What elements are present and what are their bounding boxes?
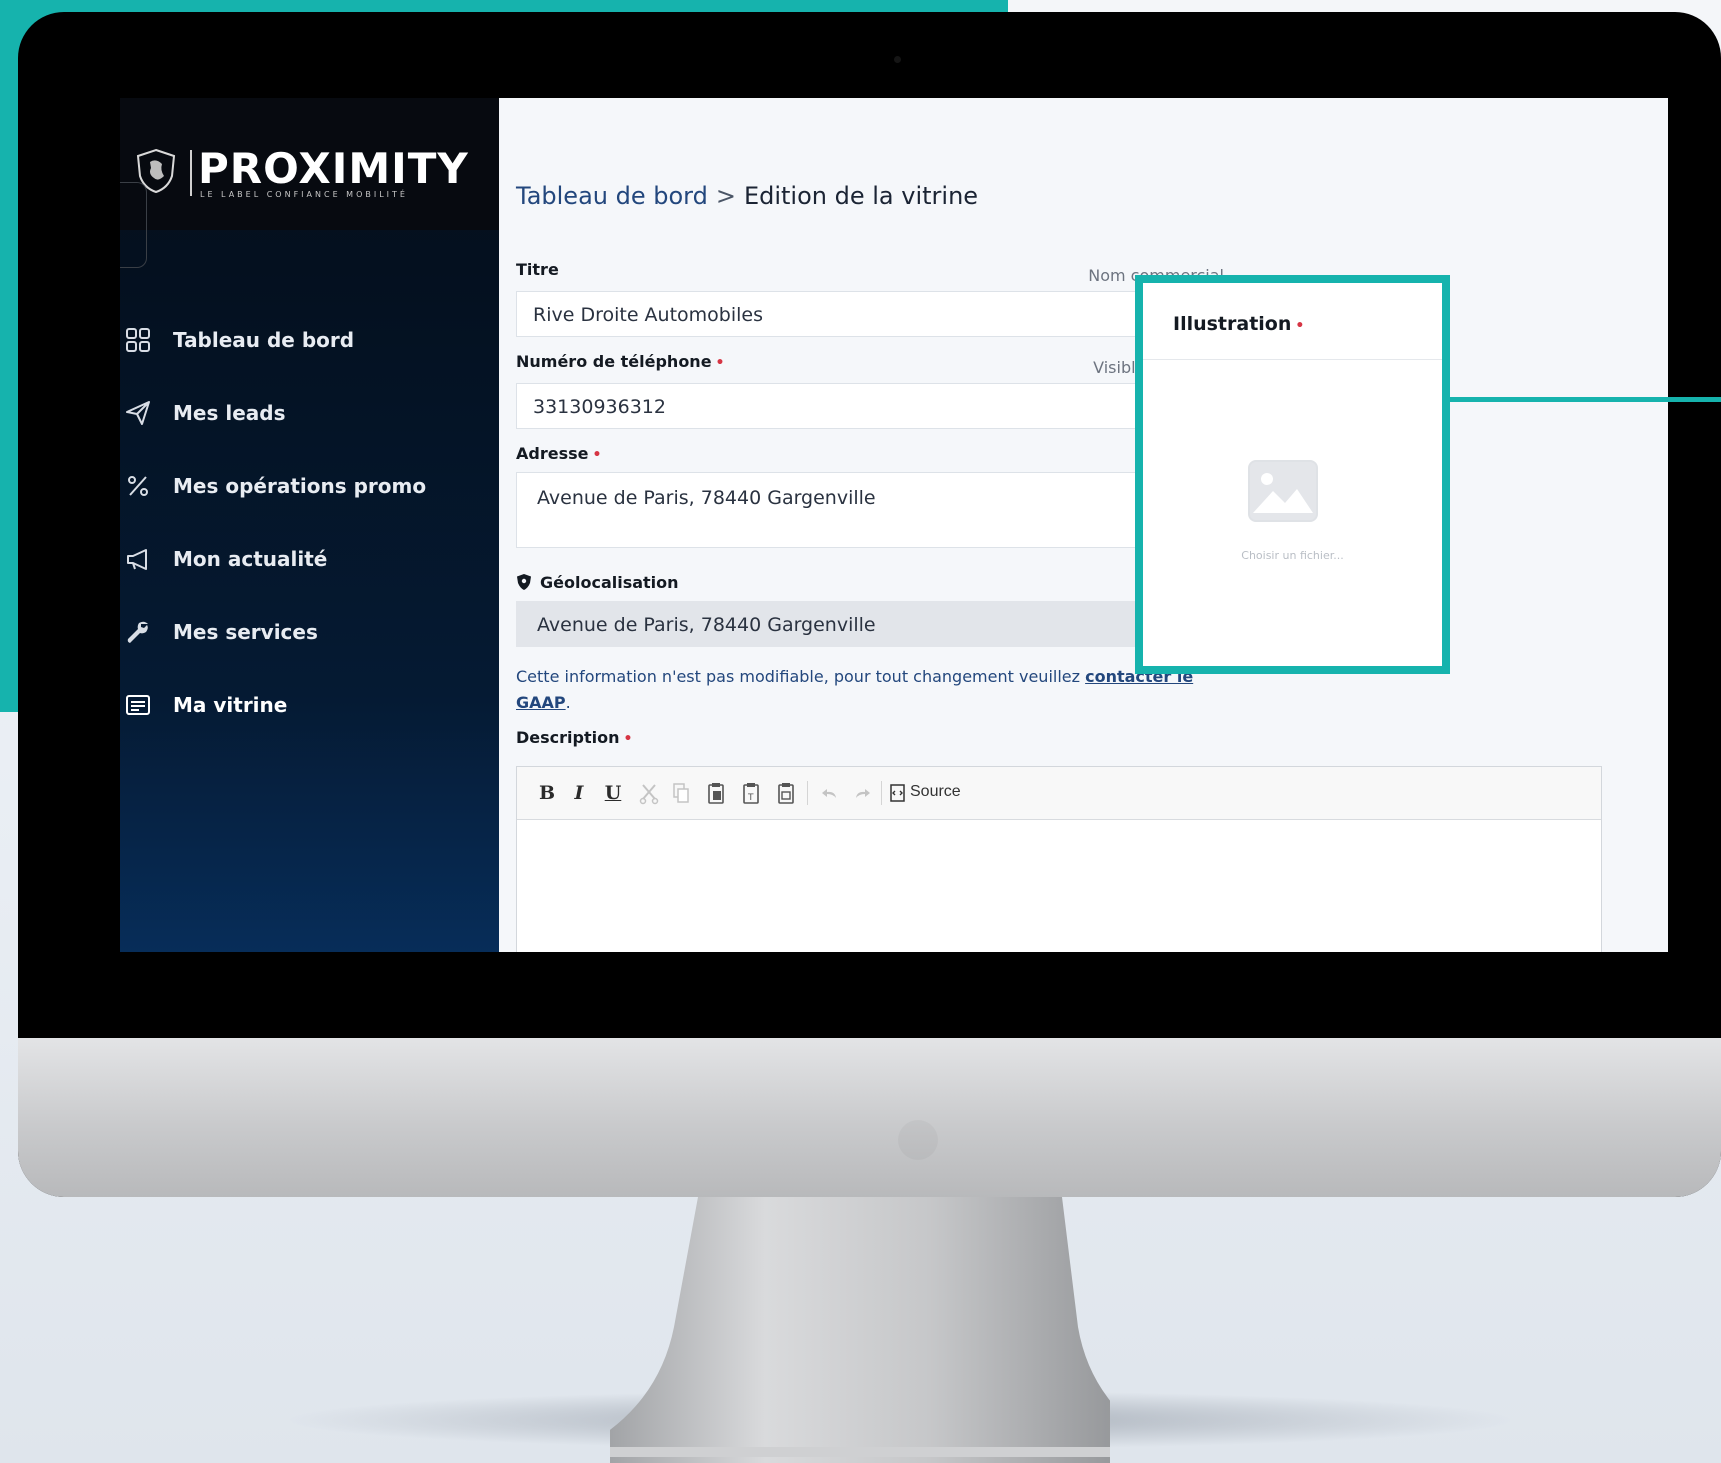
address-label: Adresse • bbox=[516, 444, 601, 463]
required-mark: • bbox=[623, 731, 633, 747]
sidebar-item-ma-vitrine[interactable]: Ma vitrine bbox=[120, 685, 499, 725]
sidebar: PROXIMITY LE LABEL CONFIANCE MOBILITÉ Ta… bbox=[120, 98, 499, 952]
phone-label-text: Numéro de téléphone bbox=[516, 352, 712, 371]
sidebar-item-mes-leads[interactable]: Mes leads bbox=[120, 393, 499, 433]
source-icon[interactable] bbox=[889, 781, 907, 805]
italic-button[interactable]: I bbox=[569, 781, 589, 805]
geo-info-text: Cette information n'est pas modifiable, … bbox=[516, 664, 1196, 716]
sidebar-item-label: Mes opérations promo bbox=[173, 474, 427, 498]
sidebar-item-mes-operations-promo[interactable]: Mes opérations promo bbox=[120, 466, 499, 506]
address-label-text: Adresse bbox=[516, 444, 589, 463]
geo-info-end: . bbox=[565, 693, 571, 712]
monitor-chin bbox=[18, 1038, 1721, 1197]
title-input[interactable]: Rive Droite Automobiles bbox=[516, 291, 1170, 337]
description-label: Description • bbox=[516, 728, 632, 747]
monitor-frame: PROXIMITY LE LABEL CONFIANCE MOBILITÉ Ta… bbox=[18, 12, 1721, 1197]
illustration-divider bbox=[1143, 359, 1442, 360]
sidebar-item-label: Mon actualité bbox=[173, 547, 328, 571]
address-value: Avenue de Paris, 78440 Gargenville bbox=[537, 487, 876, 509]
illustration-label: Illustration • bbox=[1173, 313, 1304, 335]
wrench-icon bbox=[127, 621, 148, 643]
sidebar-item-label: Mes leads bbox=[173, 401, 286, 425]
breadcrumb-separator: > bbox=[715, 182, 736, 210]
grid-icon bbox=[126, 328, 150, 352]
choose-file-button[interactable]: Choisir un fichier... bbox=[1143, 549, 1442, 562]
paste-icon[interactable] bbox=[706, 781, 726, 805]
list-card-icon bbox=[126, 695, 150, 715]
required-mark: • bbox=[715, 355, 725, 371]
geo-info-message: Cette information n'est pas modifiable, … bbox=[516, 667, 1086, 686]
geo-label-text: Géolocalisation bbox=[540, 573, 679, 592]
logo-divider bbox=[190, 150, 192, 196]
undo-icon[interactable] bbox=[819, 781, 839, 805]
copy-icon[interactable] bbox=[671, 781, 691, 805]
underline-button[interactable]: U bbox=[603, 781, 623, 805]
sidebar-item-mes-services[interactable]: Mes services bbox=[120, 612, 499, 652]
sidebar-toggle[interactable] bbox=[120, 182, 147, 268]
megaphone-icon bbox=[127, 549, 147, 570]
main-content: Tableau de bord > Edition de la vitrine Ti… bbox=[499, 98, 1668, 952]
shield-icon bbox=[517, 574, 531, 590]
svg-text:T: T bbox=[747, 793, 754, 803]
phone-label: Numéro de téléphone • bbox=[516, 352, 725, 371]
description-label-text: Description bbox=[516, 728, 620, 747]
logo-wordmark: PROXIMITY bbox=[198, 144, 469, 193]
callout-connector-line bbox=[1450, 397, 1721, 402]
phone-input[interactable]: 33130936312 bbox=[516, 383, 1170, 429]
bold-button[interactable]: B bbox=[537, 781, 557, 805]
paste-word-icon[interactable] bbox=[776, 781, 796, 805]
image-placeholder-icon[interactable] bbox=[1247, 459, 1319, 523]
chin-logo bbox=[898, 1120, 938, 1160]
breadcrumb: Tableau de bord > Edition de la vitrine bbox=[516, 182, 978, 210]
illustration-card: Illustration • Choisir un fichier... bbox=[1135, 275, 1450, 674]
percent-icon bbox=[128, 476, 148, 496]
geo-readonly-field: Avenue de Paris, 78440 Gargenville bbox=[516, 601, 1170, 647]
editor-toolbar: B I U T Source bbox=[517, 767, 1601, 820]
cut-icon[interactable] bbox=[639, 781, 659, 805]
toolbar-separator bbox=[807, 781, 808, 805]
illustration-label-text: Illustration bbox=[1173, 313, 1292, 335]
description-editor[interactable]: B I U T Source bbox=[516, 766, 1602, 952]
breadcrumb-current: Edition de la vitrine bbox=[743, 182, 979, 210]
sidebar-item-label: Tableau de bord bbox=[173, 328, 355, 352]
source-button[interactable]: Source bbox=[910, 783, 961, 801]
title-label: Titre bbox=[516, 260, 559, 279]
monitor-stand bbox=[610, 1197, 1110, 1463]
redo-icon[interactable] bbox=[853, 781, 873, 805]
required-mark: • bbox=[592, 447, 602, 463]
toolbar-separator bbox=[881, 781, 882, 805]
sidebar-header: PROXIMITY LE LABEL CONFIANCE MOBILITÉ bbox=[120, 98, 499, 268]
brand-logo[interactable]: PROXIMITY LE LABEL CONFIANCE MOBILITÉ bbox=[134, 144, 468, 200]
sidebar-item-label: Ma vitrine bbox=[173, 693, 288, 717]
sidebar-item-label: Mes services bbox=[173, 620, 318, 644]
logo-tagline: LE LABEL CONFIANCE MOBILITÉ bbox=[200, 190, 408, 199]
sidebar-item-mon-actualite[interactable]: Mon actualité bbox=[120, 539, 499, 579]
sidebar-item-tableau-de-bord[interactable]: Tableau de bord bbox=[120, 320, 499, 360]
breadcrumb-link-dashboard[interactable]: Tableau de bord bbox=[516, 182, 708, 210]
required-mark: • bbox=[1295, 318, 1305, 334]
send-icon bbox=[126, 401, 150, 425]
geo-label: Géolocalisation bbox=[516, 573, 679, 592]
camera-dot bbox=[894, 56, 901, 63]
address-textarea[interactable]: Avenue de Paris, 78440 Gargenville bbox=[516, 472, 1170, 548]
paste-text-icon[interactable]: T bbox=[741, 781, 761, 805]
